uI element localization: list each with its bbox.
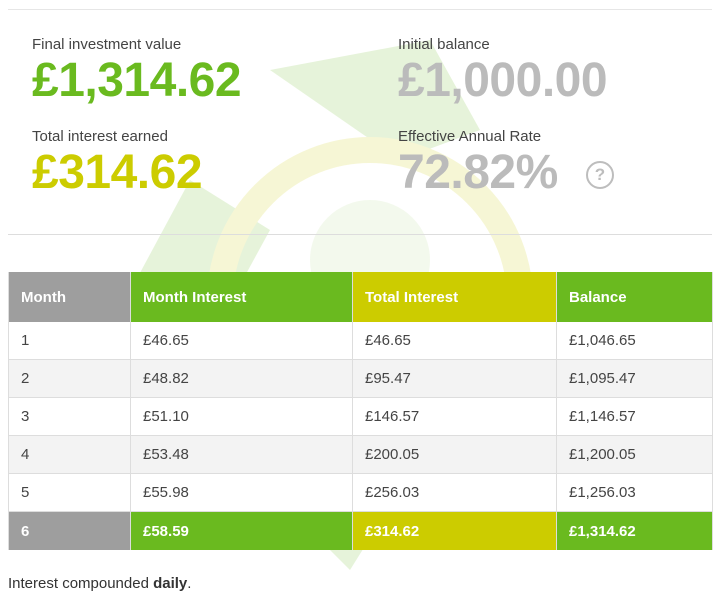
table-row: 1 £46.65 £46.65 £1,046.65 <box>8 322 713 360</box>
cell-balance: £1,200.05 <box>556 435 713 474</box>
header-month-interest: Month Interest <box>130 272 353 322</box>
cell-balance: £1,146.57 <box>556 397 713 436</box>
table-row: 5 £55.98 £256.03 £1,256.03 <box>8 473 713 512</box>
effective-annual-rate-stat: Effective Annual Rate 72.82% <box>398 128 558 200</box>
initial-balance-stat: Initial balance £1,000.00 <box>398 36 608 108</box>
section-divider <box>8 234 712 235</box>
header-total-interest: Total Interest <box>352 272 557 322</box>
total-interest-label: Total interest earned <box>32 128 168 145</box>
cell-total-interest: £46.65 <box>352 322 557 360</box>
question-circle-icon[interactable]: ? <box>586 161 614 189</box>
cell-balance: £1,046.65 <box>556 322 713 360</box>
cell-total-interest: £314.62 <box>352 511 557 550</box>
final-investment-stat: Final investment value £1,314.62 <box>32 36 242 108</box>
cell-month-interest: £51.10 <box>130 397 353 436</box>
compounding-frequency: daily <box>153 575 188 592</box>
cell-total-interest: £146.57 <box>352 397 557 436</box>
final-investment-value: £1,314.62 <box>32 54 242 107</box>
initial-balance-value: £1,000.00 <box>398 54 608 107</box>
cell-month: 4 <box>8 435 131 474</box>
cell-month-interest: £46.65 <box>130 322 353 360</box>
cell-month-interest: £55.98 <box>130 473 353 512</box>
cell-month: 6 <box>8 511 131 550</box>
compounding-note-suffix: . <box>187 575 192 592</box>
header-balance: Balance <box>556 272 713 322</box>
initial-balance-label: Initial balance <box>398 36 490 53</box>
cell-month-interest: £58.59 <box>130 511 353 550</box>
cell-balance: £1,314.62 <box>556 511 713 550</box>
cell-month: 5 <box>8 473 131 512</box>
compounding-note-prefix: Interest compounded <box>8 575 154 592</box>
header-month: Month <box>8 272 131 322</box>
cell-total-interest: £200.05 <box>352 435 557 474</box>
table-row: 3 £51.10 £146.57 £1,146.57 <box>8 397 713 436</box>
total-interest-stat: Total interest earned £314.62 <box>32 128 203 200</box>
summary-panel: Final investment value £1,314.62 Initial… <box>0 0 722 235</box>
table-row: 2 £48.82 £95.47 £1,095.47 <box>8 359 713 398</box>
cell-month-interest: £53.48 <box>130 435 353 474</box>
cell-month: 2 <box>8 359 131 398</box>
cell-total-interest: £256.03 <box>352 473 557 512</box>
table-header-row: Month Month Interest Total Interest Bala… <box>8 272 713 322</box>
effective-annual-rate-value: 72.82% <box>398 146 558 199</box>
cell-balance: £1,256.03 <box>556 473 713 512</box>
cell-month: 1 <box>8 322 131 360</box>
final-investment-label: Final investment value <box>32 36 182 53</box>
table-row-final: 6 £58.59 £314.62 £1,314.62 <box>8 511 713 550</box>
table-row: 4 £53.48 £200.05 £1,200.05 <box>8 435 713 474</box>
cell-total-interest: £95.47 <box>352 359 557 398</box>
effective-annual-rate-label: Effective Annual Rate <box>398 128 542 145</box>
total-interest-value: £314.62 <box>32 146 203 199</box>
cell-month-interest: £48.82 <box>130 359 353 398</box>
compounding-note: Interest compounded daily. <box>8 575 191 592</box>
cell-month: 3 <box>8 397 131 436</box>
cell-balance: £1,095.47 <box>556 359 713 398</box>
results-table: Month Month Interest Total Interest Bala… <box>8 272 713 550</box>
